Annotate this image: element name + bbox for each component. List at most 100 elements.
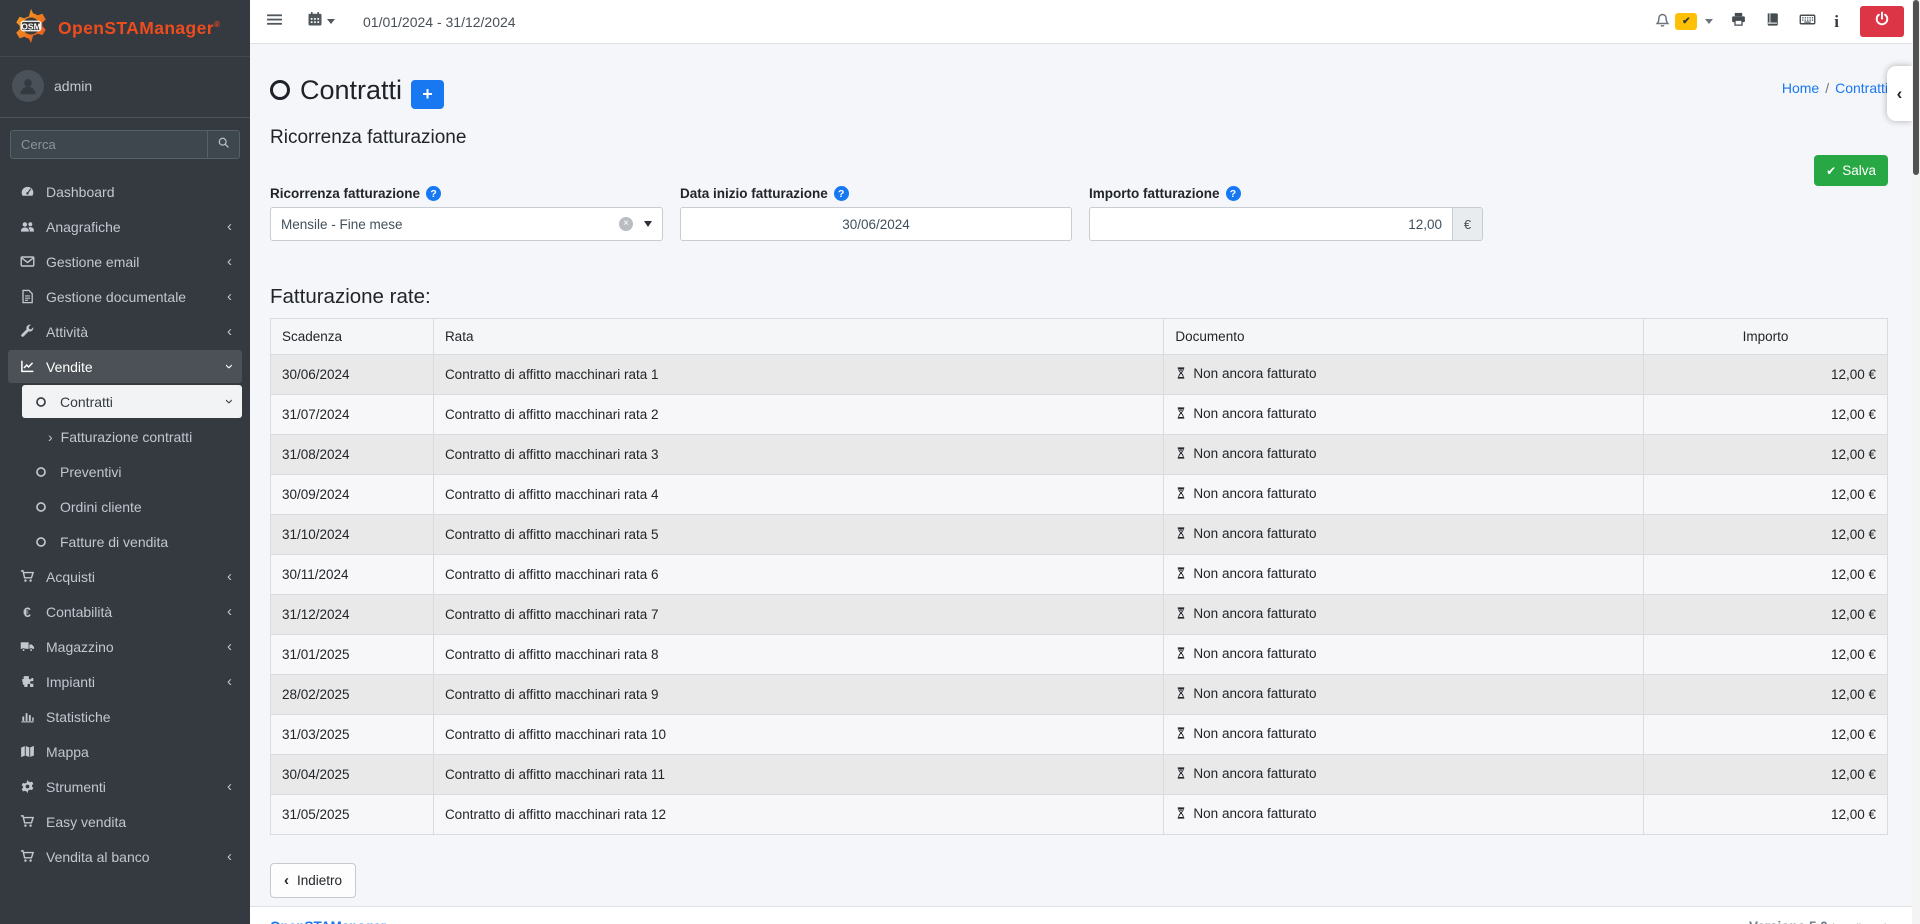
sidebar-item-vendite[interactable]: Vendite › xyxy=(8,350,242,383)
sidebar-item-label: Acquisti xyxy=(46,569,95,585)
sidebar-item-magazzino[interactable]: Magazzino ‹ xyxy=(8,630,242,663)
cell-documento: Non ancora fatturato xyxy=(1164,435,1644,475)
table-row: 31/12/2024Contratto di affitto macchinar… xyxy=(271,595,1888,635)
clear-selection-icon[interactable]: × xyxy=(619,217,633,231)
breadcrumb-current-link[interactable]: Contratti xyxy=(1835,80,1888,96)
chevron-left-icon: ‹ xyxy=(1897,84,1903,104)
table-row: 30/09/2024Contratto di affitto macchinar… xyxy=(271,475,1888,515)
cell-rata: Contratto di affitto macchinari rata 5 xyxy=(433,515,1163,555)
sidebar-item-vendita-al-banco[interactable]: Vendita al banco ‹ xyxy=(8,840,242,873)
notifications-button[interactable] xyxy=(1654,11,1671,33)
calendar-dropdown-button[interactable] xyxy=(307,11,335,32)
currency-addon: € xyxy=(1453,207,1483,241)
cell-importo: 12,00 € xyxy=(1644,795,1888,835)
importo-input[interactable] xyxy=(1089,207,1453,241)
footer-brand-link[interactable]: OpenSTAManager xyxy=(270,919,386,924)
sidebar-item-impianti[interactable]: Impianti ‹ xyxy=(8,665,242,698)
sidebar-item-fatturazione-contratti[interactable]: › Fatturazione contratti xyxy=(22,420,242,453)
caret-down-icon xyxy=(327,19,335,24)
search-input[interactable] xyxy=(10,130,207,159)
module-circle-icon xyxy=(270,80,290,100)
shopping-cart-icon xyxy=(17,814,37,829)
sidebar-item-anagrafiche[interactable]: Anagrafiche ‹ xyxy=(8,210,242,243)
column-header-importo: Importo xyxy=(1644,319,1888,355)
cell-documento: Non ancora fatturato xyxy=(1164,475,1644,515)
hourglass-icon xyxy=(1175,688,1187,703)
save-button[interactable]: ✔Salva xyxy=(1814,155,1888,186)
table-row: 30/11/2024Contratto di affitto macchinar… xyxy=(271,555,1888,595)
cell-scadenza: 30/04/2025 xyxy=(271,755,434,795)
sidebar-item-label: Attività xyxy=(46,324,88,340)
chevron-left-icon: ‹ xyxy=(227,324,232,339)
avatar xyxy=(12,70,44,102)
power-icon xyxy=(1874,11,1890,32)
logo-text: OSM xyxy=(21,21,40,31)
sidebar-item-attivita[interactable]: Attività ‹ xyxy=(8,315,242,348)
document-icon xyxy=(17,289,37,304)
breadcrumb: Home/Contratti xyxy=(1782,80,1888,96)
help-icon[interactable]: ? xyxy=(834,186,849,201)
calendar-icon xyxy=(307,11,323,32)
chevron-left-icon: ‹ xyxy=(227,219,232,234)
sidebar-item-contabilita[interactable]: € Contabilità ‹ xyxy=(8,595,242,628)
status-check-badge[interactable]: ✔ xyxy=(1675,13,1697,30)
cell-importo: 12,00 € xyxy=(1644,675,1888,715)
search-button[interactable] xyxy=(207,130,240,159)
table-row: 31/01/2025Contratto di affitto macchinar… xyxy=(271,635,1888,675)
info-button[interactable]: i xyxy=(1834,12,1839,32)
keyboard-icon xyxy=(1798,11,1817,33)
help-icon[interactable]: ? xyxy=(1226,186,1241,201)
circle-icon xyxy=(31,500,51,514)
ricorrenza-select[interactable]: Mensile - Fine mese × xyxy=(270,207,663,241)
sidebar-item-gestione-documentale[interactable]: Gestione documentale ‹ xyxy=(8,280,242,313)
shortcuts-button[interactable] xyxy=(1798,11,1817,33)
cell-rata: Contratto di affitto macchinari rata 1 xyxy=(433,355,1163,395)
caret-down-icon xyxy=(1705,19,1713,24)
data-inizio-input[interactable] xyxy=(680,207,1072,241)
cell-importo: 12,00 € xyxy=(1644,755,1888,795)
circle-icon xyxy=(31,535,51,549)
help-icon[interactable]: ? xyxy=(426,186,441,201)
cell-documento: Non ancora fatturato xyxy=(1164,675,1644,715)
angle-right-icon: › xyxy=(48,429,53,445)
sidebar: OSM OpenSTAManager® admin Dashboard Anag… xyxy=(0,0,250,924)
sidebar-item-preventivi[interactable]: Preventivi xyxy=(22,455,242,488)
add-contract-button[interactable]: + xyxy=(411,80,444,109)
sidebar-item-dashboard[interactable]: Dashboard xyxy=(8,175,242,208)
field-label-importo: Importo fatturazione? xyxy=(1089,186,1483,201)
back-button[interactable]: ‹Indietro xyxy=(270,863,356,898)
page-title: Contratti xyxy=(300,75,402,106)
rate-table: Scadenza Rata Documento Importo 30/06/20… xyxy=(270,318,1888,835)
selected-option: Mensile - Fine mese xyxy=(281,217,403,232)
cell-scadenza: 31/08/2024 xyxy=(271,435,434,475)
sidebar-item-acquisti[interactable]: Acquisti ‹ xyxy=(8,560,242,593)
sidebar-item-strumenti[interactable]: Strumenti ‹ xyxy=(8,770,242,803)
sidebar-item-statistiche[interactable]: Statistiche xyxy=(8,700,242,733)
cell-scadenza: 31/10/2024 xyxy=(271,515,434,555)
sidebar-item-gestione-email[interactable]: Gestione email ‹ xyxy=(8,245,242,278)
brand[interactable]: OSM OpenSTAManager® xyxy=(0,0,250,57)
cell-rata: Contratto di affitto macchinari rata 9 xyxy=(433,675,1163,715)
truck-icon xyxy=(17,639,37,654)
scrollbar-track[interactable] xyxy=(1912,0,1920,924)
user-panel[interactable]: admin xyxy=(0,57,250,118)
docs-button[interactable] xyxy=(1764,11,1781,33)
chart-line-icon xyxy=(17,359,37,374)
info-icon: i xyxy=(1834,12,1839,31)
sidebar-item-ordini-cliente[interactable]: Ordini cliente xyxy=(22,490,242,523)
sidebar-toggle-button[interactable] xyxy=(266,11,283,33)
print-button[interactable] xyxy=(1730,11,1747,33)
panel-collapse-button[interactable]: ‹ xyxy=(1887,66,1912,121)
cell-scadenza: 30/06/2024 xyxy=(271,355,434,395)
sidebar-item-easy-vendita[interactable]: Easy vendita xyxy=(8,805,242,838)
cell-importo: 12,00 € xyxy=(1644,475,1888,515)
sidebar-item-fatture-di-vendita[interactable]: Fatture di vendita xyxy=(22,525,242,558)
scrollbar-thumb[interactable] xyxy=(1913,0,1919,175)
chevron-left-icon: ‹ xyxy=(227,674,232,689)
breadcrumb-home-link[interactable]: Home xyxy=(1782,80,1819,96)
sidebar-item-contratti[interactable]: Contratti › xyxy=(22,385,242,418)
date-range[interactable]: 01/01/2024 - 31/12/2024 xyxy=(363,14,516,30)
table-row: 31/08/2024Contratto di affitto macchinar… xyxy=(271,435,1888,475)
sidebar-item-mappa[interactable]: Mappa xyxy=(8,735,242,768)
logout-button[interactable] xyxy=(1860,6,1904,37)
